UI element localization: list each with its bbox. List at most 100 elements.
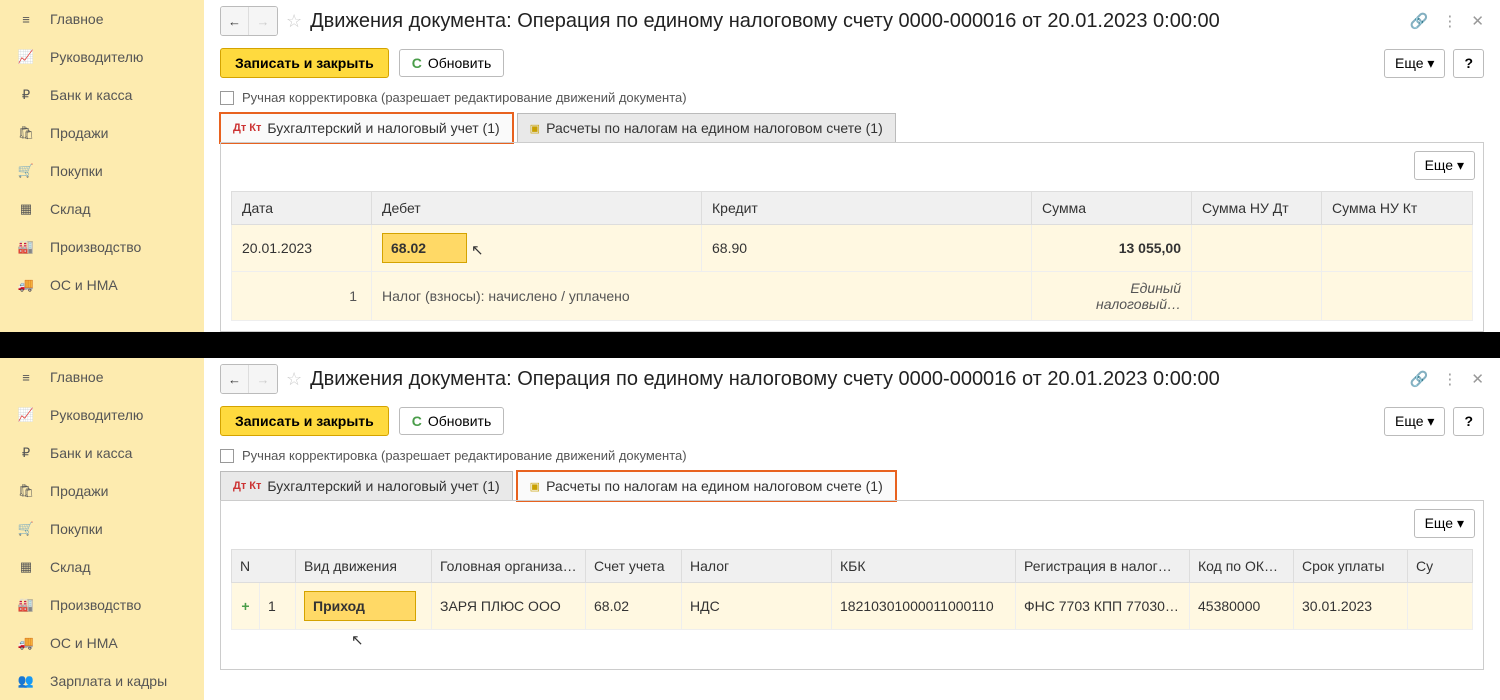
save-close-button[interactable]: Записать и закрыть (220, 406, 389, 436)
sidebar-item-production[interactable]: 🏭Производство (0, 586, 204, 624)
bag-icon: 🛍 (16, 124, 36, 142)
help-button[interactable]: ? (1453, 49, 1484, 78)
sidebar-item-warehouse[interactable]: ▦Склад (0, 190, 204, 228)
cell-nu-kt[interactable] (1322, 225, 1473, 272)
tabs: Дт КтБухгалтерский и налоговый учет (1) … (220, 113, 1484, 143)
col-debit[interactable]: Дебет (372, 192, 702, 225)
col-org[interactable]: Головная организа… (432, 550, 586, 583)
tab-label: Бухгалтерский и налоговый учет (1) (267, 120, 499, 136)
panel-more-button[interactable]: Еще ▾ (1414, 151, 1475, 180)
sidebar-item-label: Руководителю (50, 407, 143, 423)
sidebar-item-assets[interactable]: 🚚ОС и НМА (0, 266, 204, 304)
kebab-icon[interactable]: ⋮ (1442, 12, 1457, 30)
kebab-icon[interactable]: ⋮ (1442, 370, 1457, 388)
close-icon[interactable]: ✕ (1471, 370, 1484, 388)
ruble-icon: ₽ (16, 86, 36, 104)
manual-edit-checkbox[interactable] (220, 449, 234, 463)
col-type[interactable]: Вид движения (296, 550, 432, 583)
col-sum-nu-dt[interactable]: Сумма НУ Дт (1192, 192, 1322, 225)
menu-icon: ≡ (16, 368, 36, 386)
favorite-icon[interactable]: ☆ (286, 11, 302, 32)
cell-oktmo[interactable]: 45380000 (1190, 583, 1294, 630)
table-row[interactable]: + 1 Приход ЗАРЯ ПЛЮС ООО 68.02 НДС 18210… (232, 583, 1473, 630)
sidebar-item-manager[interactable]: 📈Руководителю (0, 38, 204, 76)
close-icon[interactable]: ✕ (1471, 12, 1484, 30)
col-account[interactable]: Счет учета (586, 550, 682, 583)
back-button[interactable]: ← (221, 7, 249, 35)
tab-tax-settlements[interactable]: ▣Расчеты по налогам на едином налоговом … (517, 113, 896, 143)
col-date[interactable]: Дата (232, 192, 372, 225)
col-oktmo[interactable]: Код по ОК… (1190, 550, 1294, 583)
cell-plus[interactable]: + (232, 583, 260, 630)
cell-credit[interactable]: 68.90 (702, 225, 1032, 272)
cell-sum-desc[interactable]: Единый налоговый… (1032, 272, 1192, 321)
sidebar-item-assets[interactable]: 🚚ОС и НМА (0, 624, 204, 662)
cell-registration[interactable]: ФНС 7703 КПП 77030… (1016, 583, 1190, 630)
tab-accounting[interactable]: Дт КтБухгалтерский и налоговый учет (1) (220, 113, 513, 143)
cell-org[interactable]: ЗАРЯ ПЛЮС ООО (432, 583, 586, 630)
command-bar: Записать и закрыть СОбновить Еще ▾ ? (220, 398, 1484, 444)
sidebar-item-warehouse[interactable]: ▦Склад (0, 548, 204, 586)
sidebar-item-purchases[interactable]: 🛒Покупки (0, 152, 204, 190)
more-button[interactable]: Еще ▾ (1384, 49, 1445, 78)
tab-tax-settlements[interactable]: ▣Расчеты по налогам на едином налоговом … (517, 471, 896, 501)
sidebar-item-sales[interactable]: 🛍Продажи (0, 472, 204, 510)
forward-button[interactable]: → (249, 7, 277, 35)
sidebar-item-production[interactable]: 🏭Производство (0, 228, 204, 266)
cell-type[interactable]: Приход (296, 583, 432, 630)
sidebar-item-bank[interactable]: ₽Банк и касса (0, 76, 204, 114)
cell-account[interactable]: 68.02 (586, 583, 682, 630)
cell-debit[interactable]: 68.02 (372, 225, 702, 272)
sidebar-item-label: Склад (50, 559, 91, 575)
forward-button[interactable]: → (249, 365, 277, 393)
sidebar-item-main[interactable]: ≡Главное (0, 0, 204, 38)
col-kbk[interactable]: КБК (832, 550, 1016, 583)
table-row[interactable]: 20.01.2023 68.02 68.90 13 055,00 (232, 225, 1473, 272)
cell-rownum[interactable]: 1 (232, 272, 372, 321)
sidebar-item-main[interactable]: ≡Главное (0, 358, 204, 396)
col-tax[interactable]: Налог (682, 550, 832, 583)
cell-due[interactable]: 30.01.2023 (1294, 583, 1408, 630)
cell-tax[interactable]: НДС (682, 583, 832, 630)
col-sum-nu-kt[interactable]: Сумма НУ Кт (1322, 192, 1473, 225)
sidebar-item-sales[interactable]: 🛍Продажи (0, 114, 204, 152)
back-button[interactable]: ← (221, 365, 249, 393)
panel-more-button[interactable]: Еще ▾ (1414, 509, 1475, 538)
refresh-button[interactable]: СОбновить (399, 49, 505, 77)
help-button[interactable]: ? (1453, 407, 1484, 436)
debit-credit-icon: Дт Кт (233, 480, 261, 492)
link-icon[interactable]: 🔗 (1410, 370, 1429, 388)
main-panel-2: ← → ☆ Движения документа: Операция по ед… (204, 358, 1500, 700)
cell-debit-desc[interactable]: Налог (взносы): начислено / уплачено (372, 272, 1032, 321)
movement-type: Приход (304, 591, 416, 621)
col-sum[interactable]: Сумма (1032, 192, 1192, 225)
col-credit[interactable]: Кредит (702, 192, 1032, 225)
sidebar-item-payroll[interactable]: 👥Зарплата и кадры (0, 662, 204, 700)
sidebar-item-manager[interactable]: 📈Руководителю (0, 396, 204, 434)
manual-edit-checkbox[interactable] (220, 91, 234, 105)
cell-sum[interactable]: 13 055,00 (1032, 225, 1192, 272)
link-icon[interactable]: 🔗 (1410, 12, 1429, 30)
save-close-button[interactable]: Записать и закрыть (220, 48, 389, 78)
tab-accounting[interactable]: Дт КтБухгалтерский и налоговый учет (1) (220, 471, 513, 501)
col-due[interactable]: Срок уплаты (1294, 550, 1408, 583)
favorite-icon[interactable]: ☆ (286, 369, 302, 390)
refresh-button[interactable]: СОбновить (399, 407, 505, 435)
cell-n[interactable]: 1 (260, 583, 296, 630)
col-n[interactable]: N (232, 550, 296, 583)
cell-sum[interactable] (1408, 583, 1473, 630)
refresh-label: Обновить (428, 413, 491, 429)
col-sum[interactable]: Су (1408, 550, 1473, 583)
cell-kbk[interactable]: 18210301000011000110 (832, 583, 1016, 630)
cell-nu-dt[interactable] (1192, 225, 1322, 272)
titlebar: ← → ☆ Движения документа: Операция по ед… (220, 0, 1484, 40)
manual-edit-label: Ручная корректировка (разрешает редактир… (242, 90, 687, 105)
cell-date[interactable]: 20.01.2023 (232, 225, 372, 272)
sidebar-item-label: ОС и НМА (50, 277, 118, 293)
table-sub-row[interactable]: 1 Налог (взносы): начислено / уплачено Е… (232, 272, 1473, 321)
col-registration[interactable]: Регистрация в налог… (1016, 550, 1190, 583)
sidebar-item-bank[interactable]: ₽Банк и касса (0, 434, 204, 472)
more-button[interactable]: Еще ▾ (1384, 407, 1445, 436)
main-panel-1: ← → ☆ Движения документа: Операция по ед… (204, 0, 1500, 332)
sidebar-item-purchases[interactable]: 🛒Покупки (0, 510, 204, 548)
